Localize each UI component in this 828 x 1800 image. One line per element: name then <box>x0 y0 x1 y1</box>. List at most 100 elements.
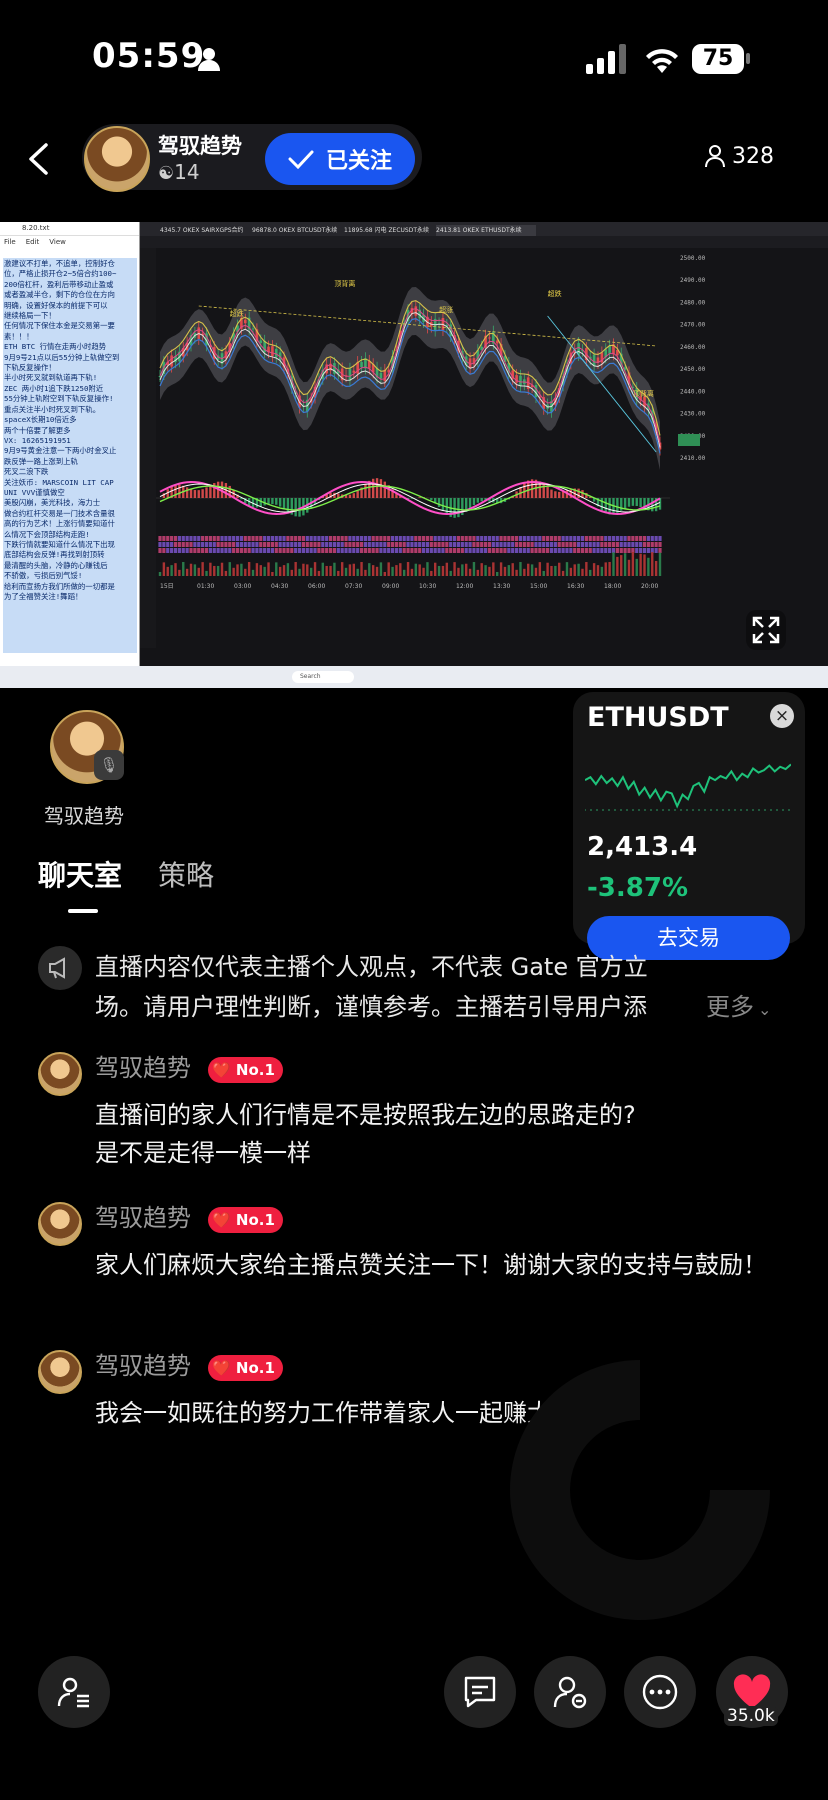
volume-bar <box>166 566 169 576</box>
indicator-strip-cell <box>356 542 360 547</box>
notepad-menu-edit: Edit <box>25 238 40 246</box>
volume-bar <box>232 567 235 576</box>
volume-bar <box>379 562 383 576</box>
message-avatar[interactable] <box>38 1052 82 1096</box>
user-list-button[interactable] <box>38 1656 110 1728</box>
volume-bar <box>162 562 166 576</box>
oscillator-bar <box>174 484 177 498</box>
message-avatar[interactable] <box>38 1202 82 1246</box>
indicator-strip-cell <box>328 548 333 553</box>
indicator-strip-cell <box>359 548 364 553</box>
indicator-strip-cell <box>650 536 654 541</box>
indicator-strip-cell <box>371 548 375 553</box>
rank-badge: ❤️ No.1 <box>208 1057 283 1083</box>
time-axis-label: 18:00 <box>604 583 621 590</box>
indicator-strip-cell <box>495 548 499 553</box>
host-name[interactable]: 驾驭趋势 <box>158 130 242 160</box>
volume-bar <box>201 562 204 576</box>
time-axis-label: 15:00 <box>530 583 547 590</box>
indicator-strip-cell <box>429 542 433 547</box>
notepad-line: ZEC 两小时1追下跌1250附近 <box>4 383 104 393</box>
indicator-strip-cell <box>263 536 267 541</box>
indicator-strip-cell <box>418 542 422 547</box>
follow-button[interactable]: 已关注 <box>265 133 415 185</box>
oscillator-bar <box>476 498 480 503</box>
tab-strategy[interactable]: 策略 <box>158 854 214 894</box>
indicator-strip-cell <box>526 542 530 547</box>
price-axis-label: 2450.00 <box>680 366 706 373</box>
indicator-strip-cell <box>414 542 418 547</box>
host-avatar[interactable] <box>84 126 150 192</box>
volume-bar <box>182 562 185 576</box>
notepad-line: 做合约杠杆交易是一门技术含量很 <box>4 508 115 518</box>
taskbar-search: Search <box>292 671 354 683</box>
volume-bar <box>333 562 336 576</box>
disclaimer-more-button[interactable]: 更多 ⌄ <box>706 987 771 1022</box>
volume-bar <box>383 571 387 576</box>
oscillator-bar <box>189 488 193 498</box>
oscillator-bar <box>480 498 483 502</box>
volume-bar <box>340 562 344 576</box>
status-time: 05:59 <box>92 36 206 76</box>
indicator-strip-cell <box>569 548 573 553</box>
notepad-line: 55分钟上轨附空到下轨反复操作! <box>4 394 114 404</box>
indicator-strip-cell <box>511 548 515 553</box>
indicator-strip-cell <box>522 542 526 547</box>
indicator-strip-cell <box>282 548 286 553</box>
sparkline-baseline-dot <box>650 809 652 811</box>
volume-bar <box>499 562 503 576</box>
indicator-strip-cell <box>561 542 565 547</box>
back-icon[interactable] <box>26 142 50 176</box>
message-author[interactable]: 驾驭趋势 <box>95 1198 191 1233</box>
sparkline-baseline-dot <box>770 809 772 811</box>
volume-bar <box>193 564 197 576</box>
notepad-line: 两个十倍要了解更多 <box>4 425 71 435</box>
indicator-strip-cell <box>414 536 418 541</box>
tab-chat-room[interactable]: 聊天室 <box>38 854 122 894</box>
indicator-strip-cell <box>383 536 387 541</box>
message-author[interactable]: 驾驭趋势 <box>95 1048 191 1083</box>
indicator-strip-cell <box>642 548 647 553</box>
indicator-strip-cell <box>452 536 457 541</box>
oscillator-bar <box>651 498 654 512</box>
oscillator-bar <box>178 484 181 498</box>
chevron-down-icon: ⌄ <box>758 1000 772 1019</box>
indicator-strip-cell <box>158 548 162 553</box>
indicator-strip-cell <box>340 548 344 553</box>
indicator-strip-cell <box>658 548 662 553</box>
indicator-strip-cell <box>255 548 259 553</box>
message-avatar[interactable] <box>38 1350 82 1394</box>
comment-button[interactable] <box>444 1656 516 1728</box>
volume-bar <box>480 563 483 576</box>
volume-bar <box>511 563 514 576</box>
time-axis-label: 07:30 <box>345 583 362 590</box>
indicator-strip-cell <box>390 542 395 547</box>
indicator-strip-cell <box>173 542 178 547</box>
indicator-strip-cell <box>580 542 585 547</box>
indicator-strip-cell <box>452 542 457 547</box>
message-author[interactable]: 驾驭趋势 <box>95 1346 191 1381</box>
notepad-line: ETH BTC 行情在走两小时趋势 <box>4 342 107 352</box>
more-options-button[interactable] <box>624 1656 696 1728</box>
indicator-strip-cell <box>577 548 581 553</box>
sparkline-baseline-dot <box>644 809 646 811</box>
indicator-strip-cell <box>573 542 577 547</box>
close-icon[interactable]: × <box>770 704 794 728</box>
indicator-strip-cell <box>197 548 201 553</box>
volume-bar <box>441 565 445 576</box>
indicator-strip-cell <box>398 542 402 547</box>
co-host-button[interactable] <box>534 1656 606 1728</box>
indicator-strip-cell <box>181 542 185 547</box>
candle-body <box>259 340 263 343</box>
follow-label: 已关注 <box>325 149 392 174</box>
sparkline-baseline-dot <box>764 809 766 811</box>
indicator-strip-cell <box>387 548 391 553</box>
indicator-strip-cell <box>596 536 600 541</box>
indicator-strip-cell <box>239 542 243 547</box>
fullscreen-icon[interactable] <box>746 610 786 650</box>
time-axis-label: 15日 <box>160 583 174 590</box>
indicator-strip-cell <box>282 542 286 547</box>
indicator-strip-cell <box>181 548 185 553</box>
notepad-line: 不骄傲，亏损后别气馁! <box>4 571 83 581</box>
volume-bar <box>472 562 476 576</box>
